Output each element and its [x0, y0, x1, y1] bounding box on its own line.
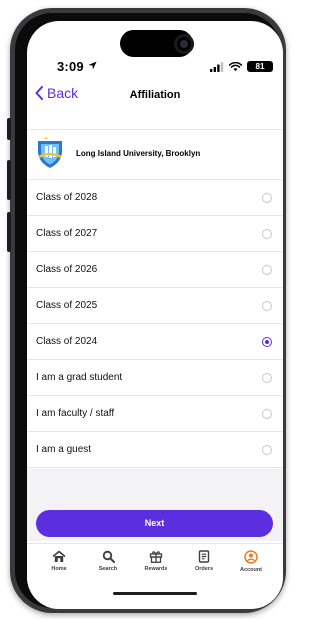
tab-label: Home — [51, 566, 67, 572]
navigation-bar: Back Affiliation — [27, 79, 283, 130]
gift-icon — [149, 551, 163, 563]
option-class-of-2024[interactable]: Class of 2024 — [27, 324, 283, 360]
tab-label: Rewards — [144, 566, 168, 572]
screen: 3:09 81 Back Affiliation Long Island Uni… — [27, 21, 283, 609]
school-name: Long Island University, Brooklyn — [76, 149, 201, 158]
option-label: I am faculty / staff — [36, 408, 115, 419]
status-icons: 81 — [210, 61, 273, 72]
orders-icon — [198, 550, 210, 563]
option-grad-student[interactable]: I am a grad student — [27, 360, 283, 396]
affiliation-options: Class of 2028 Class of 2027 Class of 202… — [27, 180, 283, 468]
tab-label: Account — [240, 567, 262, 573]
radio-button[interactable] — [262, 409, 272, 419]
option-faculty-staff[interactable]: I am faculty / staff — [27, 396, 283, 432]
search-icon — [102, 550, 115, 563]
next-button[interactable]: Next — [36, 510, 273, 537]
option-label: I am a grad student — [36, 372, 123, 383]
option-class-of-2025[interactable]: Class of 2025 — [27, 288, 283, 324]
radio-button[interactable] — [262, 229, 272, 239]
status-time: 3:09 — [57, 59, 84, 74]
battery-indicator: 81 — [247, 61, 273, 72]
school-header: Long Island University, Brooklyn — [27, 129, 283, 180]
tab-orders[interactable]: Orders — [184, 550, 224, 572]
home-indicator — [113, 592, 197, 595]
option-label: Class of 2026 — [36, 264, 98, 275]
option-label: Class of 2024 — [36, 336, 98, 347]
volume-up-button — [7, 160, 11, 200]
volume-down-button — [7, 212, 11, 252]
option-label: Class of 2027 — [36, 228, 98, 239]
option-label: I am a guest — [36, 444, 92, 455]
tab-label: Search — [98, 566, 118, 572]
page-title: Affiliation — [129, 89, 181, 101]
mute-switch — [7, 118, 11, 140]
location-arrow-icon — [88, 61, 97, 70]
radio-button[interactable] — [262, 265, 272, 275]
option-class-of-2026[interactable]: Class of 2026 — [27, 252, 283, 288]
signal-icon — [210, 61, 224, 72]
option-guest[interactable]: I am a guest — [27, 432, 283, 468]
school-logo-icon — [38, 137, 62, 168]
radio-button[interactable] — [262, 373, 272, 383]
tab-home[interactable]: Home — [39, 550, 79, 572]
option-class-of-2028[interactable]: Class of 2028 — [27, 180, 283, 216]
tab-account[interactable]: Account — [231, 550, 271, 573]
radio-button-selected[interactable] — [262, 337, 272, 347]
tab-bar: Home Search Rewards Orders Account — [27, 543, 283, 588]
tab-search[interactable]: Search — [88, 550, 128, 572]
account-icon — [244, 550, 258, 564]
home-icon — [52, 550, 66, 562]
radio-button[interactable] — [262, 301, 272, 311]
wifi-icon — [229, 61, 242, 71]
tab-label: Orders — [194, 566, 214, 572]
radio-button[interactable] — [262, 445, 272, 455]
option-class-of-2027[interactable]: Class of 2027 — [27, 216, 283, 252]
radio-button[interactable] — [262, 193, 272, 203]
option-label: Class of 2025 — [36, 300, 98, 311]
tab-rewards[interactable]: Rewards — [136, 550, 176, 572]
option-label: Class of 2028 — [36, 192, 98, 203]
front-camera — [174, 34, 194, 54]
